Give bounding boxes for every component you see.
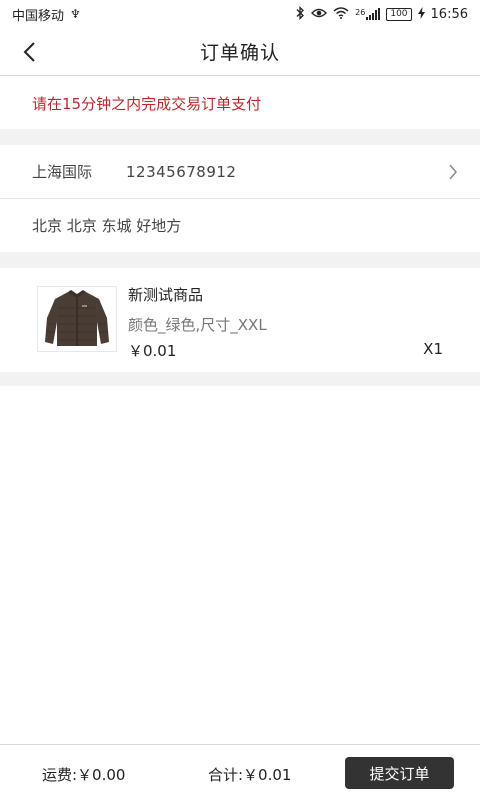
submit-order-button[interactable]: 提交订单 bbox=[345, 757, 454, 789]
product-spec: 颜色_绿色,尺寸_XXL bbox=[128, 316, 267, 334]
eye-icon bbox=[311, 7, 328, 22]
carrier-label: 中国移动 bbox=[12, 8, 65, 24]
status-left: 中国移动 ♆ bbox=[12, 5, 81, 24]
payment-deadline-notice: 请在15分钟之内完成交易订单支付 bbox=[0, 77, 480, 129]
product-price: ￥0.01 bbox=[128, 342, 177, 360]
nav-bar: 订单确认 bbox=[0, 28, 480, 76]
section-gap bbox=[0, 252, 480, 268]
order-total: 合计:￥0.01 bbox=[208, 766, 292, 784]
wifi-icon bbox=[333, 6, 349, 22]
status-right: 26 100 16:56 bbox=[295, 5, 468, 23]
product-item: 新测试商品 颜色_绿色,尺寸_XXL ￥0.01 X1 bbox=[0, 268, 480, 372]
bluetooth-icon bbox=[295, 5, 305, 23]
battery-indicator: 100 bbox=[386, 7, 412, 21]
product-quantity: X1 bbox=[423, 340, 443, 358]
network-type-label: 26 bbox=[355, 8, 366, 17]
page-title: 订单确认 bbox=[199, 42, 280, 64]
chevron-right-icon[interactable] bbox=[446, 164, 460, 179]
shipping-fee: 运费:￥0.00 bbox=[42, 766, 126, 784]
receiver-row[interactable]: 上海国际 12345678912 bbox=[0, 145, 480, 198]
address-detail: 北京 北京 东城 好地方 bbox=[32, 217, 182, 235]
arrow-left-icon bbox=[23, 42, 35, 62]
receiver-phone: 12345678912 bbox=[126, 162, 237, 181]
receiver-name: 上海国际 bbox=[32, 163, 93, 181]
jacket-icon bbox=[45, 290, 109, 346]
address-detail-row: 北京 北京 东城 好地方 bbox=[0, 199, 480, 252]
back-button[interactable] bbox=[12, 34, 48, 70]
charging-icon bbox=[417, 6, 425, 22]
usb-icon: ♆ bbox=[70, 7, 81, 21]
checkout-bar: 运费:￥0.00 合计:￥0.01 提交订单 bbox=[0, 744, 480, 800]
section-gap bbox=[0, 129, 480, 145]
section-gap bbox=[0, 372, 480, 386]
clock: 16:56 bbox=[430, 6, 468, 22]
product-image bbox=[37, 286, 117, 352]
product-name: 新测试商品 bbox=[128, 286, 204, 304]
status-bar: 中国移动 ♆ 26 100 16:56 bbox=[0, 0, 480, 28]
signal-icon: 26 bbox=[355, 8, 381, 20]
